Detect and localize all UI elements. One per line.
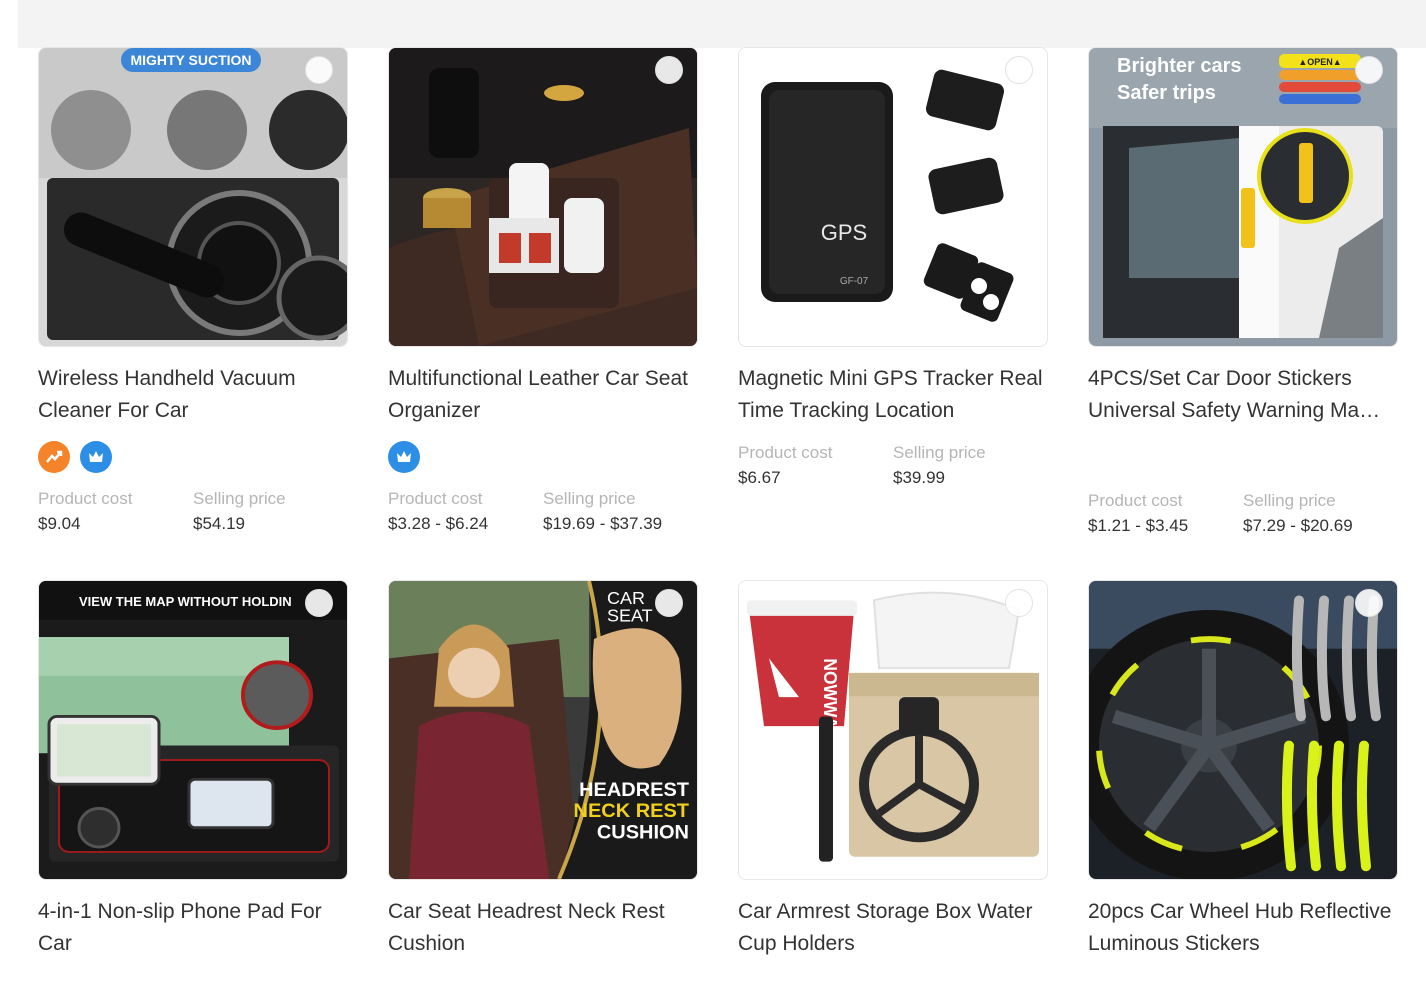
armrest-box-image: NOWWA xyxy=(739,581,1047,879)
svg-text:HEADREST: HEADREST xyxy=(579,779,689,801)
selling-label: Selling price xyxy=(193,489,286,508)
badge-row xyxy=(388,441,698,473)
product-card[interactable]: Multifunctional Leather Car Seat Organiz… xyxy=(388,47,698,537)
select-checkbox[interactable] xyxy=(305,589,333,617)
price-row: Product cost $1.21 - $3.45 Selling price… xyxy=(1088,489,1398,539)
svg-text:▲OPEN▲: ▲OPEN▲ xyxy=(1298,57,1341,67)
product-title[interactable]: Car Seat Headrest Neck Rest Cushion xyxy=(388,896,698,960)
cost-value: $1.21 - $3.45 xyxy=(1088,516,1189,535)
selling-label: Selling price xyxy=(1243,491,1336,510)
product-card[interactable]: MIGHTY SUCTION Wireless Handheld Vacuum … xyxy=(38,47,348,537)
cost-value: $9.04 xyxy=(38,514,81,533)
product-card[interactable]: CAR SEAT HEADREST NECK REST CUSHION Car … xyxy=(388,580,698,960)
product-image[interactable]: GPS GF-07 xyxy=(738,47,1048,347)
select-checkbox[interactable] xyxy=(1355,56,1383,84)
svg-text:MIGHTY SUCTION: MIGHTY SUCTION xyxy=(130,52,251,68)
product-image[interactable]: CAR SEAT HEADREST NECK REST CUSHION xyxy=(388,580,698,880)
selling-value: $54.19 xyxy=(193,514,245,533)
product-title[interactable]: Car Armrest Storage Box Water Cup Holder… xyxy=(738,896,1048,960)
select-checkbox[interactable] xyxy=(305,56,333,84)
product-image[interactable]: Brighter cars Safer trips ▲OPEN▲ xyxy=(1088,47,1398,347)
product-title[interactable]: 4PCS/Set Car Door Stickers Universal Saf… xyxy=(1088,363,1398,427)
price-row: Product cost $6.67 Selling price $39.99 xyxy=(738,441,1048,491)
vacuum-image: MIGHTY SUCTION xyxy=(39,48,347,346)
select-checkbox[interactable] xyxy=(1005,56,1033,84)
cost-label: Product cost xyxy=(738,443,833,462)
cost-value: $6.67 xyxy=(738,468,781,487)
product-image[interactable]: NOWWA xyxy=(738,580,1048,880)
cost-value: $3.28 - $6.24 xyxy=(388,514,489,533)
top-bar xyxy=(18,0,1426,48)
selling-value: $7.29 - $20.69 xyxy=(1243,516,1353,535)
price-row: Product cost $9.04 Selling price $54.19 xyxy=(38,487,348,537)
select-checkbox[interactable] xyxy=(1005,589,1033,617)
select-checkbox[interactable] xyxy=(655,56,683,84)
product-title[interactable]: 20pcs Car Wheel Hub Reflective Luminous … xyxy=(1088,896,1398,960)
door-stickers-image: Brighter cars Safer trips ▲OPEN▲ xyxy=(1089,48,1397,346)
select-checkbox[interactable] xyxy=(1355,589,1383,617)
product-title[interactable]: 4-in-1 Non-slip Phone Pad For Car xyxy=(38,896,348,960)
crown-icon xyxy=(388,441,420,473)
trending-icon xyxy=(38,441,70,473)
svg-text:Brighter cars: Brighter cars xyxy=(1117,55,1242,77)
product-title[interactable]: Wireless Handheld Vacuum Cleaner For Car xyxy=(38,363,348,427)
product-image[interactable] xyxy=(388,47,698,347)
product-card[interactable]: NOWWA Car Armrest Storage Box Water Cup … xyxy=(738,580,1048,960)
phone-pad-image: VIEW THE MAP WITHOUT HOLDIN xyxy=(39,581,347,879)
selling-value: $39.99 xyxy=(893,468,945,487)
headrest-cushion-image: CAR SEAT HEADREST NECK REST CUSHION xyxy=(389,581,697,879)
svg-text:VIEW THE MAP WITHOUT HOLDIN: VIEW THE MAP WITHOUT HOLDIN xyxy=(79,594,292,609)
selling-value: $19.69 - $37.39 xyxy=(543,514,663,533)
cost-label: Product cost xyxy=(38,489,133,508)
product-title[interactable]: Magnetic Mini GPS Tracker Real Time Trac… xyxy=(738,363,1048,427)
product-image[interactable]: VIEW THE MAP WITHOUT HOLDIN xyxy=(38,580,348,880)
select-checkbox[interactable] xyxy=(655,589,683,617)
selling-label: Selling price xyxy=(543,489,636,508)
cost-label: Product cost xyxy=(388,489,483,508)
svg-text:NECK REST: NECK REST xyxy=(574,800,689,822)
svg-text:SEAT: SEAT xyxy=(607,606,653,626)
product-card[interactable]: Brighter cars Safer trips ▲OPEN▲ 4PCS/Se… xyxy=(1088,47,1398,539)
svg-text:Safer trips: Safer trips xyxy=(1117,82,1216,104)
svg-text:CUSHION: CUSHION xyxy=(597,822,689,844)
seat-organizer-image xyxy=(389,48,697,346)
product-image[interactable]: MIGHTY SUCTION xyxy=(38,47,348,347)
product-card[interactable]: 20pcs Car Wheel Hub Reflective Luminous … xyxy=(1088,580,1398,960)
selling-label: Selling price xyxy=(893,443,986,462)
gps-tracker-image: GPS GF-07 xyxy=(739,48,1047,346)
badge-row xyxy=(38,441,348,473)
svg-text:GF-07: GF-07 xyxy=(840,276,869,287)
crown-icon xyxy=(80,441,112,473)
cost-label: Product cost xyxy=(1088,491,1183,510)
wheel-stickers-image xyxy=(1089,581,1397,879)
product-title[interactable]: Multifunctional Leather Car Seat Organiz… xyxy=(388,363,698,427)
price-row: Product cost $3.28 - $6.24 Selling price… xyxy=(388,487,698,537)
product-card[interactable]: VIEW THE MAP WITHOUT HOLDIN 4-in-1 Non-s… xyxy=(38,580,348,960)
product-card[interactable]: GPS GF-07 Magnetic Mini GPS Tracker Real… xyxy=(738,47,1048,491)
product-image[interactable] xyxy=(1088,580,1398,880)
svg-text:GPS: GPS xyxy=(821,220,867,245)
